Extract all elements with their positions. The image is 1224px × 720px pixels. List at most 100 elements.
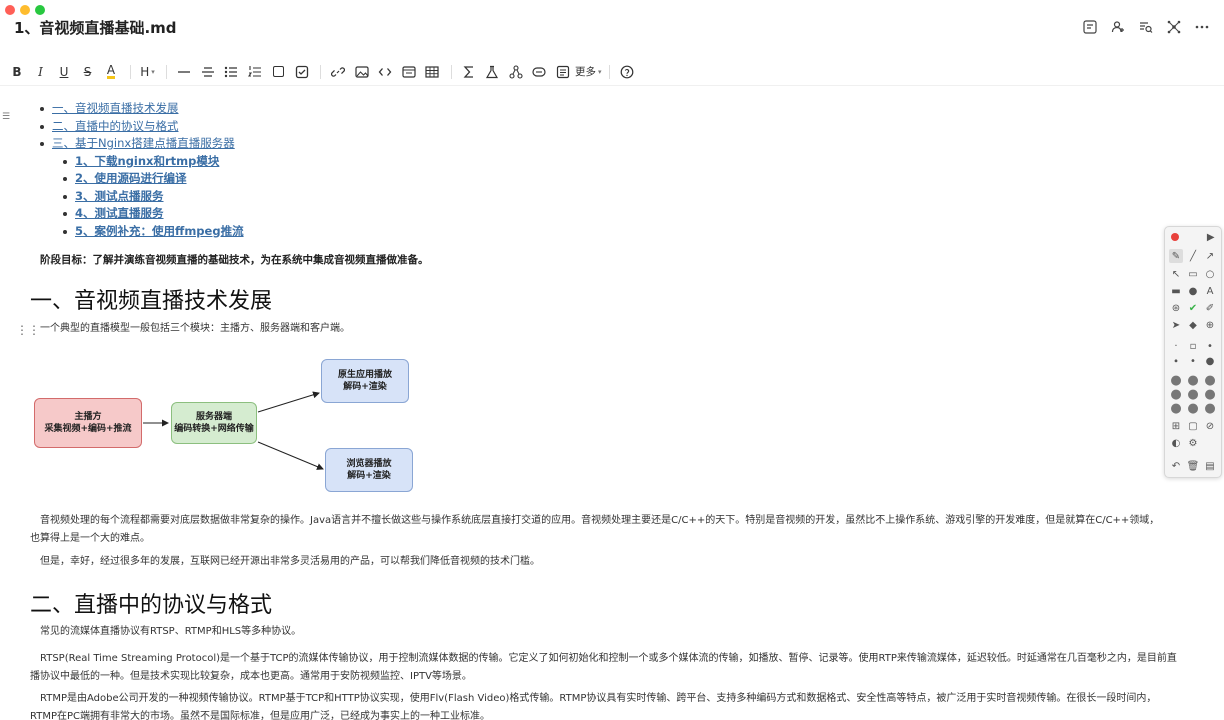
code-icon[interactable] (374, 61, 396, 83)
eraser-icon[interactable]: ◆ (1186, 318, 1200, 332)
play-icon[interactable]: ▶ (1205, 230, 1218, 244)
toc-subitem[interactable]: 3、测试点播服务 (63, 188, 1210, 206)
toc-subitem[interactable]: 5、案例补充：使用ffmpeg推流 (63, 223, 1210, 241)
dot-large-icon[interactable]: ● (1203, 354, 1217, 368)
minimize-window-button[interactable] (20, 5, 30, 15)
drag-handle-icon[interactable]: ⋮⋮ (16, 323, 40, 337)
color-swatch-icon[interactable]: ● (1186, 373, 1200, 388)
stamp-icon[interactable]: ⊛ (1169, 301, 1183, 315)
paragraph: 但是，幸好，经过很多年的发展，互联网已经开源出非常多灵活易用的产品，可以帮我们降… (40, 556, 540, 567)
checkbox-icon[interactable] (267, 61, 289, 83)
outline-icon[interactable] (1082, 20, 1098, 36)
hr-icon[interactable] (173, 61, 195, 83)
color-swatch-icon[interactable]: ● (1186, 387, 1200, 402)
toc-subitem[interactable]: 4、测试直播服务 (63, 205, 1210, 223)
image-icon[interactable] (351, 61, 373, 83)
ordered-list-icon[interactable] (244, 61, 266, 83)
paragraph-line: 音视频处理的每个流程都需要对底层数据做非常复杂的操作。Java语言并不擅长做这些… (40, 515, 1160, 526)
size-small-icon[interactable]: · (1169, 339, 1183, 353)
zoom-icon[interactable]: ⊕ (1203, 318, 1217, 332)
search-lines-icon[interactable] (1138, 20, 1154, 36)
frame-icon[interactable]: ▢ (1186, 419, 1200, 433)
cursor-icon[interactable]: ➤ (1169, 318, 1183, 332)
color-swatch-icon[interactable]: ● (1169, 373, 1183, 388)
circle-fill-icon[interactable]: ● (1186, 284, 1200, 298)
strikethrough-line-icon[interactable] (197, 61, 219, 83)
node-subtitle: 编码转换+网络传输 (174, 424, 254, 434)
blocked-icon[interactable]: ⊘ (1203, 419, 1217, 433)
color-swatch-icon[interactable]: ● (1203, 387, 1217, 402)
color-swatch-icon[interactable]: ● (1169, 387, 1183, 402)
toolbar-divider (609, 64, 611, 79)
rect-fill-icon[interactable]: ▬ (1169, 284, 1183, 298)
browser-player-node: 浏览器播放 解码+渲染 (325, 448, 413, 492)
more-icon[interactable] (1194, 20, 1210, 36)
line-icon[interactable]: ╱ (1186, 249, 1200, 263)
annotation-palette: ▶ ✎ ╱ ↗ ↖ ▭ ○ ▬ ● A ⊛ ✔ ✐ ➤ ◆ ⊕ · ▫ • ∙ • ● ● ● ● ● ● ● ● ●… (1164, 226, 1222, 478)
paragraph-line: RTMP在PC端拥有非常大的市场。虽然不是国际标准，但是应用广泛，已经成为事实上… (30, 711, 490, 720)
paragraph: 常见的流媒体直播协议有RTSP、RTMP和HLS等多种协议。 (40, 626, 302, 637)
editor-content[interactable]: 一、音视频直播技术发展 二、直播中的协议与格式 三、基于Nginx搭建点播直播服… (30, 100, 1210, 267)
highlight-button[interactable]: A (100, 61, 122, 83)
color-swatch-icon[interactable]: ● (1169, 401, 1183, 416)
highlighter-icon[interactable]: ✐ (1203, 301, 1217, 315)
checked-box-icon[interactable] (291, 61, 313, 83)
card-icon[interactable] (528, 61, 550, 83)
toc-subitem[interactable]: 1、下载nginx和rtmp模块 (63, 153, 1210, 171)
arrow-icon[interactable]: ↗ (1203, 249, 1217, 263)
record-dot-icon[interactable] (1169, 230, 1182, 244)
trash-icon[interactable]: 🗑 (1186, 459, 1200, 473)
link-icon[interactable] (327, 61, 349, 83)
heading-button[interactable]: H ▾ (137, 61, 159, 83)
toolbar-divider (320, 64, 321, 79)
table-icon[interactable] (421, 61, 443, 83)
dot-small-icon[interactable]: ∙ (1169, 354, 1183, 368)
undo-icon[interactable]: ↶ (1169, 459, 1183, 473)
node-subtitle: 解码+渲染 (343, 382, 387, 392)
settings-gear-icon[interactable]: ⚙ (1186, 436, 1200, 450)
help-icon[interactable] (616, 61, 638, 83)
pen-icon[interactable]: ✎ (1169, 249, 1183, 263)
zoom-window-button[interactable] (35, 5, 45, 15)
sigma-icon[interactable] (458, 61, 480, 83)
dot-medium-icon[interactable]: • (1186, 354, 1200, 368)
layout-icon[interactable]: ⊞ (1169, 419, 1183, 433)
contrast-icon[interactable]: ◐ (1169, 436, 1183, 450)
text-icon[interactable]: A (1203, 284, 1217, 298)
color-swatch-icon[interactable]: ● (1203, 401, 1217, 416)
pointer-arrow-icon[interactable]: ↖ (1169, 267, 1183, 281)
check-icon[interactable]: ✔ (1186, 301, 1200, 315)
embed-icon[interactable] (398, 61, 420, 83)
size-box-icon[interactable]: ▫ (1186, 339, 1200, 353)
toc-item[interactable]: 三、基于Nginx搭建点播直播服务器 (40, 135, 1210, 153)
node-title: 主播方 (74, 412, 102, 422)
graph-icon[interactable] (1166, 20, 1182, 36)
paragraph: RTMP是由Adobe公司开发的一种视频传输协议。RTMP基于TCP和HTTP协… (30, 690, 1210, 720)
bold-button[interactable]: B (6, 61, 28, 83)
toc-item[interactable]: 二、直播中的协议与格式 (40, 118, 1210, 136)
window-titlebar: 1、音视频直播基础.md (0, 0, 1224, 54)
paragraph: 音视频处理的每个流程都需要对底层数据做非常复杂的操作。Java语言并不擅长做这些… (30, 512, 1200, 548)
color-swatch-icon[interactable]: ● (1186, 401, 1200, 416)
italic-label: I (38, 64, 43, 79)
rect-outline-icon[interactable]: ▭ (1186, 267, 1200, 281)
underline-label: U (59, 64, 69, 79)
anchor-node: 主播方 采集视频+编码+推流 (34, 398, 142, 448)
sidebar-toggle-icon[interactable]: ☰ (2, 112, 10, 122)
italic-button[interactable]: I (30, 61, 52, 83)
underline-button[interactable]: U (53, 61, 75, 83)
bullet-list-icon[interactable] (220, 61, 242, 83)
quote-icon[interactable] (552, 61, 574, 83)
circle-outline-icon[interactable]: ○ (1203, 267, 1217, 281)
flask-icon[interactable] (481, 61, 503, 83)
share-person-icon[interactable] (1110, 20, 1126, 36)
size-large-icon[interactable]: • (1203, 339, 1217, 353)
close-window-button[interactable] (5, 5, 15, 15)
strike-button[interactable]: S (77, 61, 99, 83)
toc-item[interactable]: 一、音视频直播技术发展 (40, 100, 1210, 118)
mindmap-icon[interactable] (505, 61, 527, 83)
toc-subitem[interactable]: 2、使用源码进行编译 (63, 170, 1210, 188)
color-swatch-icon[interactable]: ● (1203, 373, 1217, 388)
more-menu-button[interactable]: 更多 ▾ (575, 61, 602, 83)
folder-icon[interactable]: ▤ (1203, 459, 1217, 473)
